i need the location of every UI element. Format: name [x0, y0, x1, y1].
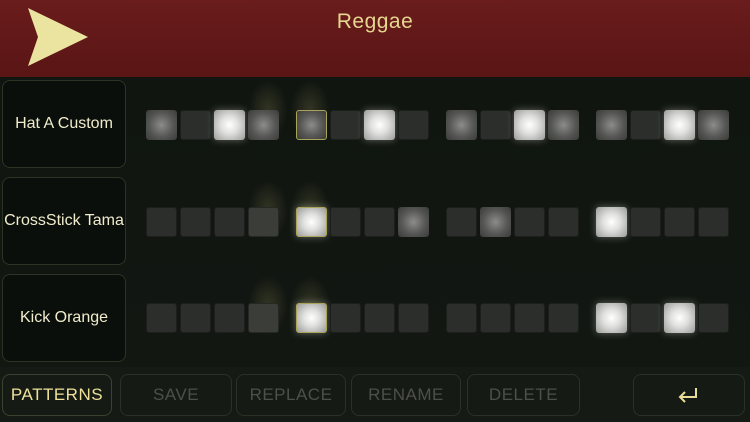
- step-pad[interactable]: [214, 207, 245, 237]
- step-pad[interactable]: [180, 303, 211, 333]
- step-pad[interactable]: [180, 110, 211, 140]
- step-pad[interactable]: [596, 110, 627, 140]
- step-pad[interactable]: [296, 110, 327, 140]
- step-pad[interactable]: [514, 303, 545, 333]
- rename-button[interactable]: RENAME: [351, 374, 461, 416]
- step-pad[interactable]: [248, 207, 279, 237]
- step-pad[interactable]: [398, 110, 429, 140]
- step-pad[interactable]: [548, 207, 579, 237]
- bottom-toolbar: PATTERNS SAVE REPLACE RENAME DELETE: [0, 367, 750, 422]
- pattern-title: Reggae: [336, 10, 414, 33]
- step-pad[interactable]: [330, 207, 361, 237]
- step-pad[interactable]: [330, 303, 361, 333]
- step-pad[interactable]: [248, 110, 279, 140]
- step-pad[interactable]: [296, 207, 327, 237]
- enter-button[interactable]: [633, 374, 745, 416]
- step-pad[interactable]: [364, 303, 395, 333]
- step-pad[interactable]: [630, 303, 661, 333]
- step-pad[interactable]: [248, 303, 279, 333]
- step-pad[interactable]: [296, 303, 327, 333]
- save-button[interactable]: SAVE: [120, 374, 232, 416]
- step-pad[interactable]: [446, 110, 477, 140]
- step-pad[interactable]: [596, 303, 627, 333]
- track-label-hat[interactable]: Hat A Custom: [2, 80, 126, 168]
- step-pad[interactable]: [514, 207, 545, 237]
- step-pad[interactable]: [514, 110, 545, 140]
- step-pad[interactable]: [146, 207, 177, 237]
- step-pad[interactable]: [548, 110, 579, 140]
- step-pad[interactable]: [480, 303, 511, 333]
- track-label-crossstick[interactable]: CrossStick Tama: [2, 177, 126, 265]
- step-pad[interactable]: [664, 110, 695, 140]
- step-pad[interactable]: [698, 207, 729, 237]
- step-pad[interactable]: [664, 207, 695, 237]
- step-pad[interactable]: [398, 207, 429, 237]
- step-pad[interactable]: [664, 303, 695, 333]
- step-pad[interactable]: [698, 303, 729, 333]
- step-pad[interactable]: [364, 110, 395, 140]
- step-pad[interactable]: [214, 303, 245, 333]
- delete-button[interactable]: DELETE: [467, 374, 580, 416]
- step-pad[interactable]: [630, 207, 661, 237]
- step-pad[interactable]: [548, 303, 579, 333]
- replace-button[interactable]: REPLACE: [236, 374, 346, 416]
- return-arrow-icon: [678, 388, 697, 403]
- step-pad[interactable]: [214, 110, 245, 140]
- step-pad[interactable]: [330, 110, 361, 140]
- patterns-button[interactable]: PATTERNS: [2, 374, 112, 416]
- step-pad[interactable]: [480, 110, 511, 140]
- step-pad[interactable]: [398, 303, 429, 333]
- step-pad[interactable]: [146, 303, 177, 333]
- step-pad[interactable]: [446, 207, 477, 237]
- step-pad[interactable]: [630, 110, 661, 140]
- step-pad[interactable]: [146, 110, 177, 140]
- track-label-kick[interactable]: Kick Orange: [2, 274, 126, 362]
- step-pad[interactable]: [180, 207, 211, 237]
- step-pad[interactable]: [446, 303, 477, 333]
- step-pad[interactable]: [596, 207, 627, 237]
- header-bar: Reggae: [0, 0, 750, 78]
- step-pad[interactable]: [364, 207, 395, 237]
- step-pad[interactable]: [698, 110, 729, 140]
- step-pad[interactable]: [480, 207, 511, 237]
